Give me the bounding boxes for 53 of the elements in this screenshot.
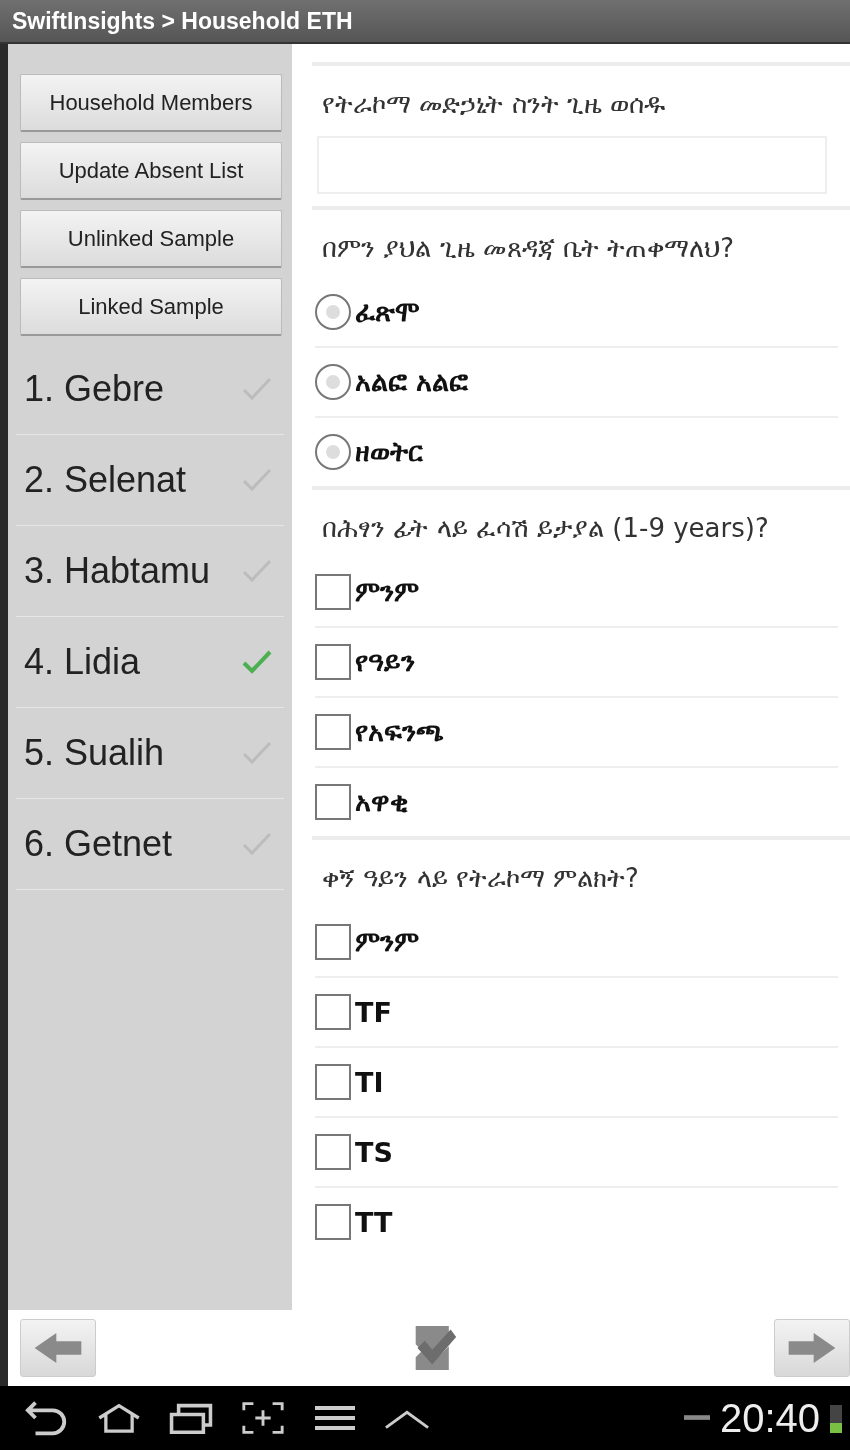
screenshot-icon[interactable] <box>240 1400 286 1436</box>
checkbox[interactable] <box>315 924 351 960</box>
option-label: የዓይን <box>355 646 415 678</box>
right-arrow-icon <box>787 1331 837 1365</box>
checkbox[interactable] <box>315 1064 351 1100</box>
radio-button[interactable] <box>315 294 351 330</box>
member-name: 5. Sualih <box>24 732 165 774</box>
checkbox[interactable] <box>315 1204 351 1240</box>
back-button[interactable] <box>20 1319 96 1377</box>
option-label: የአፍንጫ <box>355 716 444 748</box>
minus-icon <box>683 1415 710 1421</box>
question-text: በሕፃን ፊት ላይ ፈሳሽ ይታያል (1-9 years)? <box>321 512 770 545</box>
option-label: አዋቂ <box>355 786 408 818</box>
checkbox[interactable] <box>315 784 351 820</box>
option-label: ምንም <box>355 926 419 958</box>
window-title: SwiftInsights > Household ETH <box>12 7 353 35</box>
option-label: ፈጽሞ <box>355 296 420 328</box>
next-button[interactable] <box>774 1319 850 1377</box>
clock-time: 20:40 <box>719 1395 820 1441</box>
member-item[interactable]: 3. Habtamu <box>16 526 284 617</box>
radio-button[interactable] <box>315 364 351 400</box>
option-label: አልፎ አልፎ <box>355 366 469 398</box>
left-arrow-icon <box>33 1331 83 1365</box>
option-label: TI <box>355 1066 384 1098</box>
member-item[interactable]: 1. Gebre <box>16 344 284 435</box>
checkbox[interactable] <box>315 574 351 610</box>
member-name: 4. Lidia <box>24 641 141 683</box>
member-item[interactable]: 5. Sualih <box>16 708 284 799</box>
option-label: TF <box>355 996 392 1028</box>
battery-icon <box>830 1403 842 1433</box>
member-name: 3. Habtamu <box>24 550 211 592</box>
question-text: የትራኮማ መድኃኒት ስንት ጊዜ ወሰዱ <box>321 88 667 121</box>
sidebar-button[interactable]: Household Members <box>20 74 282 132</box>
member-item[interactable]: 6. Getnet <box>16 799 284 890</box>
checkbox[interactable] <box>315 714 351 750</box>
checkbox[interactable] <box>315 1134 351 1170</box>
question-text: ቀኝ ዓይን ላይ የትራኮማ ምልክት? <box>321 862 640 895</box>
checkbox[interactable] <box>315 644 351 680</box>
option-label: ዘወትር <box>355 436 423 468</box>
option-label: TS <box>355 1136 393 1168</box>
member-name: 1. Gebre <box>24 368 165 410</box>
sidebar-button[interactable]: Update Absent List <box>20 142 282 200</box>
sidebar-button[interactable]: Unlinked Sample <box>20 210 282 268</box>
member-item[interactable]: 2. Selenat <box>16 435 284 526</box>
option-label: ምንም <box>355 576 419 608</box>
radio-button[interactable] <box>315 434 351 470</box>
sidebar-button[interactable]: Linked Sample <box>20 278 282 336</box>
question-text: በምን ያህል ጊዜ መጸዳጃ ቤት ትጠቀማለህ? <box>321 232 736 265</box>
checkbox[interactable] <box>315 994 351 1030</box>
member-name: 6. Getnet <box>24 823 173 865</box>
member-name: 2. Selenat <box>24 459 187 501</box>
member-item[interactable]: 4. Lidia <box>16 617 284 708</box>
option-label: TT <box>355 1206 393 1238</box>
